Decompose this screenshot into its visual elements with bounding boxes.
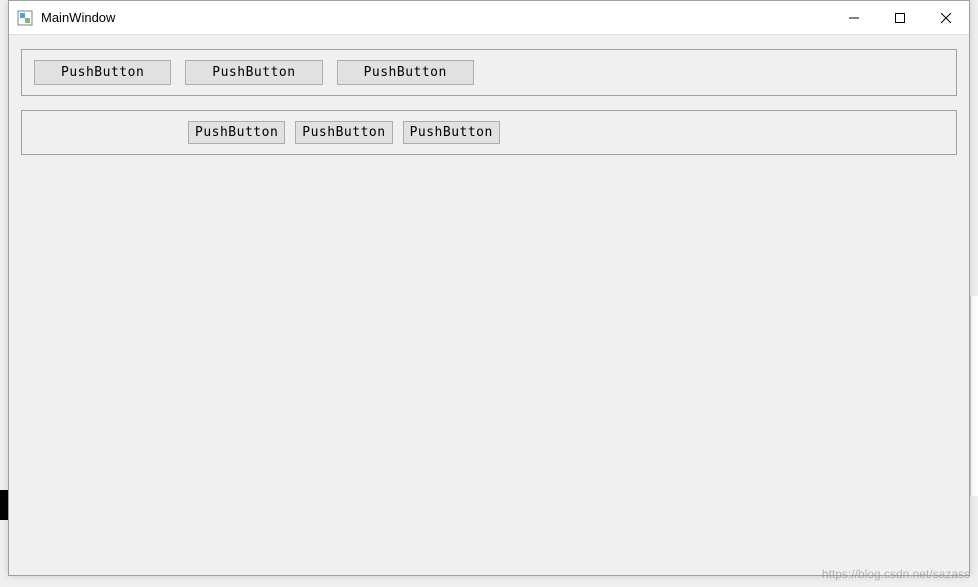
background-fragment xyxy=(0,490,8,520)
push-button[interactable]: PushButton xyxy=(188,121,285,144)
window-controls xyxy=(831,1,969,34)
groupbox-2: PushButton PushButton PushButton xyxy=(21,110,957,155)
push-button[interactable]: PushButton xyxy=(185,60,322,85)
push-button[interactable]: PushButton xyxy=(34,60,171,85)
maximize-icon xyxy=(895,13,905,23)
window-title: MainWindow xyxy=(41,10,831,25)
close-button[interactable] xyxy=(923,1,969,35)
main-window: MainWindow PushButton xyxy=(8,0,970,576)
button-row-2: PushButton PushButton PushButton xyxy=(34,121,944,144)
minimize-icon xyxy=(849,13,859,23)
groupbox-1: PushButton PushButton PushButton xyxy=(21,49,957,96)
push-button[interactable]: PushButton xyxy=(295,121,392,144)
background-sidebar-fragment xyxy=(970,296,978,496)
client-area: PushButton PushButton PushButton PushBut… xyxy=(9,35,969,575)
close-icon xyxy=(941,13,951,23)
button-row-1: PushButton PushButton PushButton xyxy=(34,60,944,85)
maximize-button[interactable] xyxy=(877,1,923,35)
window-titlebar[interactable]: MainWindow xyxy=(9,1,969,35)
push-button[interactable]: PushButton xyxy=(403,121,500,144)
minimize-button[interactable] xyxy=(831,1,877,35)
app-icon xyxy=(17,10,33,26)
push-button[interactable]: PushButton xyxy=(337,60,474,85)
